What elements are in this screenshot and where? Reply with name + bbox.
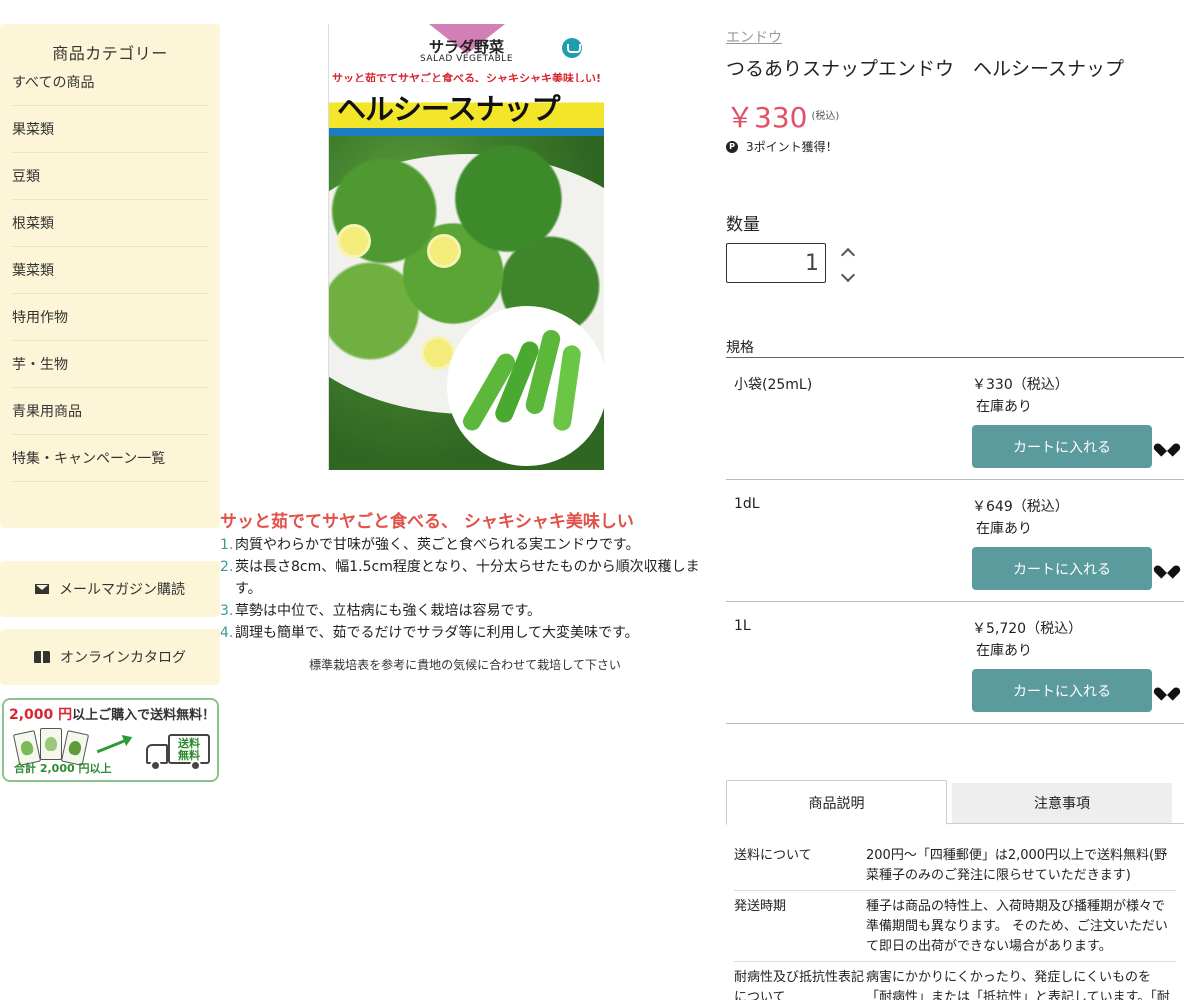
points-text: 3ポイント獲得！	[746, 140, 838, 154]
online-catalog-button[interactable]: オンラインカタログ	[0, 629, 220, 685]
spec-table: 小袋(25mL) ￥330（税込） 在庫あり カートに入れる 1dL ￥649（…	[726, 357, 1184, 724]
free-shipping-banner[interactable]: 2,000 円以上ご購入で送料無料！ 送料 無料 合計 2,000 円以上	[2, 698, 219, 782]
info-key: 発送時期	[734, 899, 787, 914]
spec-row: 1L ￥5,720（税込） 在庫あり カートに入れる	[726, 602, 1184, 724]
spec-stock: 在庫あり	[976, 521, 1032, 537]
info-value: 病害にかかりにくかったり、発症しにくいものを「耐病性」または「抵抗性」と表記して…	[866, 970, 1170, 1000]
category-item-all[interactable]: すべての商品	[12, 68, 208, 106]
spec-row: 1dL ￥649（税込） 在庫あり カートに入れる	[726, 480, 1184, 602]
info-row: 発送時期 種子は商品の特性上、入荷時期及び播種期が様々で準備期間も異なります。 …	[734, 891, 1176, 962]
feature-item: 3. 草勢は中位で、立枯病にも強く栽培は容易です。	[220, 603, 542, 619]
spec-stock: 在庫あり	[976, 643, 1032, 659]
product-price: ￥330 (税込)	[726, 96, 839, 136]
product-image[interactable]: サラダ野菜 SALAD VEGETABLE サッと茹でてサヤごと食べる、シャキシ…	[328, 24, 604, 470]
spec-name: 1dL	[734, 496, 760, 512]
quantity-label: 数量	[726, 215, 760, 235]
category-item-fruit-vegetables[interactable]: 果菜類	[12, 106, 208, 153]
quantity-input[interactable]	[726, 243, 826, 283]
spec-price: ￥330（税込）	[972, 377, 1069, 393]
cultivation-note: 標準栽培表を参考に貴地の気候に合わせて栽培して下さい	[309, 658, 621, 672]
lemon-slice	[427, 234, 461, 268]
seed-packs-illustration	[12, 728, 90, 766]
info-key: 送料について	[734, 848, 812, 863]
category-item-potatoes[interactable]: 芋・生物	[12, 341, 208, 388]
info-table: 送料について 200円～「四種郵便」は2,000円以上で送料無料(野菜種子のみの…	[734, 840, 1176, 1000]
category-sidebar: 商品カテゴリー すべての商品 果菜類 豆類 根菜類 葉菜類 特用作物 芋・生物 …	[0, 24, 220, 528]
product-title: つるありスナップエンドウ ヘルシースナップ	[726, 58, 1125, 80]
spec-name: 1L	[734, 618, 751, 634]
add-to-cart-button[interactable]: カートに入れる	[972, 425, 1152, 468]
heart-icon[interactable]	[1160, 560, 1176, 576]
category-title: 商品カテゴリー	[52, 44, 168, 63]
free-shipping-amount: 2,000 円	[9, 707, 73, 723]
brand-logo-icon	[562, 38, 582, 58]
info-value: 種子は商品の特性上、入荷時期及び播種期が様々で準備期間も異なります。 そのため、…	[866, 899, 1168, 954]
feature-item: 1. 肉質やわらかで甘味が強く、莢ごと食べられる実エンドウです。	[220, 537, 640, 553]
info-row: 送料について 200円～「四種郵便」は2,000円以上で送料無料(野菜種子のみの…	[734, 840, 1176, 891]
spec-price: ￥649（税込）	[972, 499, 1069, 515]
info-value: 200円～「四種郵便」は2,000円以上で送料無料(野菜種子のみのご発注に限らせ…	[866, 848, 1168, 883]
online-catalog-label: オンラインカタログ	[60, 650, 186, 666]
quantity-increment-icon[interactable]	[840, 245, 856, 261]
package-product-name: ヘルシースナップ	[337, 92, 561, 126]
arrow-right-icon	[96, 737, 130, 754]
mail-magazine-button[interactable]: メールマガジン購読	[0, 561, 220, 617]
add-to-cart-button[interactable]: カートに入れる	[972, 547, 1152, 590]
truck-icon: 送料 無料	[144, 734, 214, 772]
breadcrumb-category-link[interactable]: エンドウ	[726, 27, 782, 47]
package-category-en: SALAD VEGETABLE	[419, 54, 514, 64]
add-to-cart-button[interactable]: カートに入れる	[972, 669, 1152, 712]
heart-icon[interactable]	[1160, 438, 1176, 454]
category-item-leaf-vegetables[interactable]: 葉菜類	[12, 247, 208, 294]
points-icon: P	[726, 140, 738, 153]
quantity-decrement-icon[interactable]	[840, 269, 856, 285]
points-info: P 3ポイント獲得！	[726, 138, 838, 155]
category-item-produce[interactable]: 青果用商品	[12, 388, 208, 435]
spec-row: 小袋(25mL) ￥330（税込） 在庫あり カートに入れる	[726, 358, 1184, 480]
mail-magazine-label: メールマガジン購読	[59, 582, 185, 598]
feature-item: 2. 莢は長さ8cm、幅1.5cm程度となり、十分太らせたものから順次収穫します。	[220, 559, 700, 597]
envelope-icon	[35, 584, 49, 594]
free-shipping-sub: 合計 2,000 円以上	[14, 762, 112, 775]
spec-price: ￥5,720（税込）	[972, 621, 1083, 637]
spec-name: 小袋(25mL)	[734, 377, 813, 393]
feature-list: 1. 肉質やわらかで甘味が強く、莢ごと食べられる実エンドウです。 2. 莢は長さ8c…	[220, 534, 710, 644]
price-value: ￥330	[726, 101, 808, 134]
price-tax-label: (税込)	[811, 111, 840, 122]
tab-description[interactable]: 商品説明	[726, 780, 947, 825]
description-headline: サッと茹でてサヤごと食べる、 シャキシャキ美味しい	[220, 512, 634, 532]
info-key: 耐病性及び抵抗性表記について	[734, 970, 865, 1000]
lemon-slice	[337, 224, 371, 258]
category-item-special-crops[interactable]: 特用作物	[12, 294, 208, 341]
spec-label: 規格	[726, 340, 754, 356]
book-icon	[34, 651, 50, 663]
category-item-root-vegetables[interactable]: 根菜類	[12, 200, 208, 247]
feature-item: 4. 調理も簡単で、茹でるだけでサラダ等に利用して大変美味です。	[220, 625, 639, 641]
snap-pea-inset	[447, 306, 604, 466]
category-item-beans[interactable]: 豆類	[12, 153, 208, 200]
category-item-campaigns[interactable]: 特集・キャンペーン一覧	[12, 435, 208, 482]
heart-icon[interactable]	[1160, 682, 1176, 698]
tab-notes[interactable]: 注意事項	[952, 783, 1172, 823]
free-shipping-condition: 以上ご購入で送料無料！	[72, 708, 216, 723]
info-row: 耐病性及び抵抗性表記について 病害にかかりにくかったり、発症しにくいものを「耐病…	[734, 962, 1176, 1000]
free-shipping-text: 2,000 円以上ご購入で送料無料！	[4, 700, 217, 724]
spec-stock: 在庫あり	[976, 399, 1032, 415]
category-list: すべての商品 果菜類 豆類 根菜類 葉菜類 特用作物 芋・生物 青果用商品 特集…	[12, 68, 208, 482]
product-tabs: 商品説明 注意事項	[726, 780, 1184, 825]
